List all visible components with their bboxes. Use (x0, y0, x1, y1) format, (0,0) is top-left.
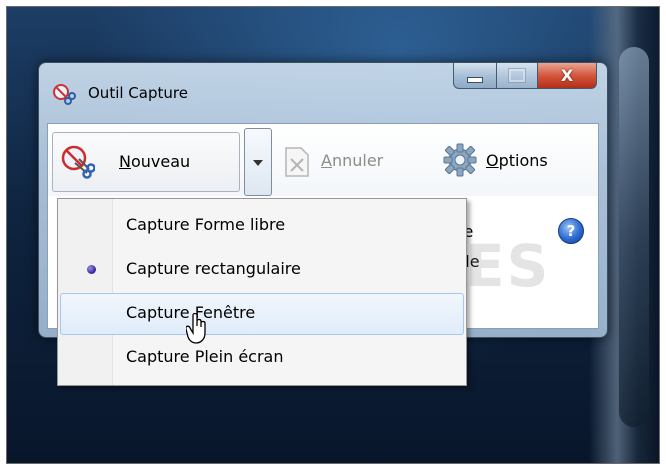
menu-item-full-screen[interactable]: Capture Plein écran (60, 337, 464, 377)
mouse-pointer-icon (185, 312, 208, 349)
menu-item-label: Capture rectangulaire (126, 259, 301, 278)
maximize-icon (509, 69, 525, 82)
scissors-icon (52, 83, 76, 107)
cancel-document-icon (284, 146, 310, 182)
selected-bullet-icon (87, 265, 96, 274)
menu-item-label: Capture Plein écran (126, 347, 284, 366)
new-button[interactable]: Nouveau (52, 132, 240, 192)
close-button[interactable]: X (538, 63, 597, 89)
new-button-label: Nouveau (119, 152, 191, 171)
window-title: Outil Capture (88, 84, 188, 102)
help-icon[interactable]: ? (558, 218, 584, 244)
cancel-button[interactable]: Annuler (278, 132, 428, 190)
options-button-label: Options (486, 151, 548, 170)
cancel-button-label: Annuler (321, 151, 384, 170)
menu-item-label: Capture Forme libre (126, 215, 286, 234)
menu-item-free-form[interactable]: Capture Forme libre (60, 205, 464, 245)
chevron-down-icon (253, 160, 263, 166)
minimize-icon (467, 76, 483, 83)
maximize-button[interactable] (497, 63, 538, 89)
close-icon: X (560, 66, 574, 85)
capture-mode-menu: Capture Forme libre Capture rectangulair… (57, 198, 467, 386)
toolbar: Nouveau Annuler Options (48, 124, 598, 196)
new-mode-dropdown[interactable] (244, 128, 272, 196)
caption-buttons: X (453, 63, 597, 89)
scissors-new-icon (61, 145, 96, 183)
menu-item-window[interactable]: Capture Fenêtre (60, 293, 464, 335)
gear-icon (442, 142, 478, 182)
title-bar[interactable]: Outil Capture X (39, 63, 607, 123)
menu-item-rectangular[interactable]: Capture rectangulaire (60, 249, 464, 289)
minimize-button[interactable] (453, 63, 497, 89)
options-button[interactable]: Options (438, 132, 588, 190)
